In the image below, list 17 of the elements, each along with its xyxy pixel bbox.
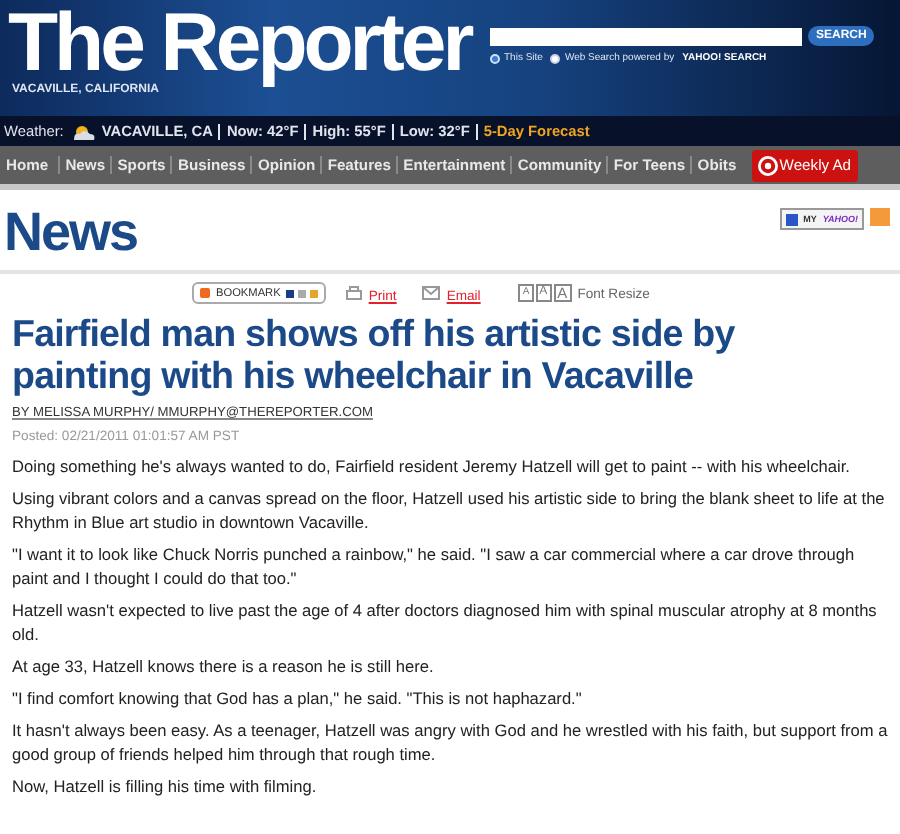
article-headline: Fairfield man shows off his artistic side by painting with his wheelchair in Vacaville bbox=[12, 312, 737, 396]
sun-cloud-icon bbox=[69, 122, 96, 140]
section-title: News bbox=[4, 200, 138, 266]
article-paragraph: "I find comfort knowing that God has a plan," he said. "This is not haphazard." bbox=[12, 686, 584, 710]
article-paragraph: Using vibrant colors and a canvas spread on the floor, Hatzell used his artistic side to bring the blank sheet to life at the Rhythm in Blue art studio in downtown Vacaville. bbox=[12, 486, 887, 534]
printer-icon bbox=[346, 285, 363, 301]
target-icon bbox=[757, 155, 778, 175]
envelope-icon bbox=[422, 286, 441, 300]
search-field[interactable] bbox=[490, 27, 802, 45]
article-paragraph: Hatzell wasn't expected to live past the age of 4 after doctors diagnosed him with spinal muscular atrophy at 8 months old. bbox=[12, 598, 879, 646]
article-paragraph: It hasn't always been easy. As a teenager, Hatzell was angry with God and he wrestled with his faith, but support from a good group of friends helped him through that rough time. bbox=[12, 718, 888, 766]
article-paragraph: "I want it to look like Chuck Norris punched a rainbow," he said. "I saw a car commercial where a car drove through paint and I thought I could do that too." bbox=[12, 542, 857, 590]
article-paragraph: At age 33, Hatzell knows there is a reason he is still here. bbox=[12, 654, 436, 678]
radio-button[interactable] bbox=[490, 53, 500, 63]
article-paragraph: Now, Hatzell is filling his time with filming. bbox=[12, 774, 319, 798]
article-paragraph: Doing something he's always wanted to do, Fairfield resident Jeremy Hatzell will get to paint -- with his wheelchair. bbox=[12, 454, 852, 478]
radio-button[interactable] bbox=[550, 53, 561, 63]
